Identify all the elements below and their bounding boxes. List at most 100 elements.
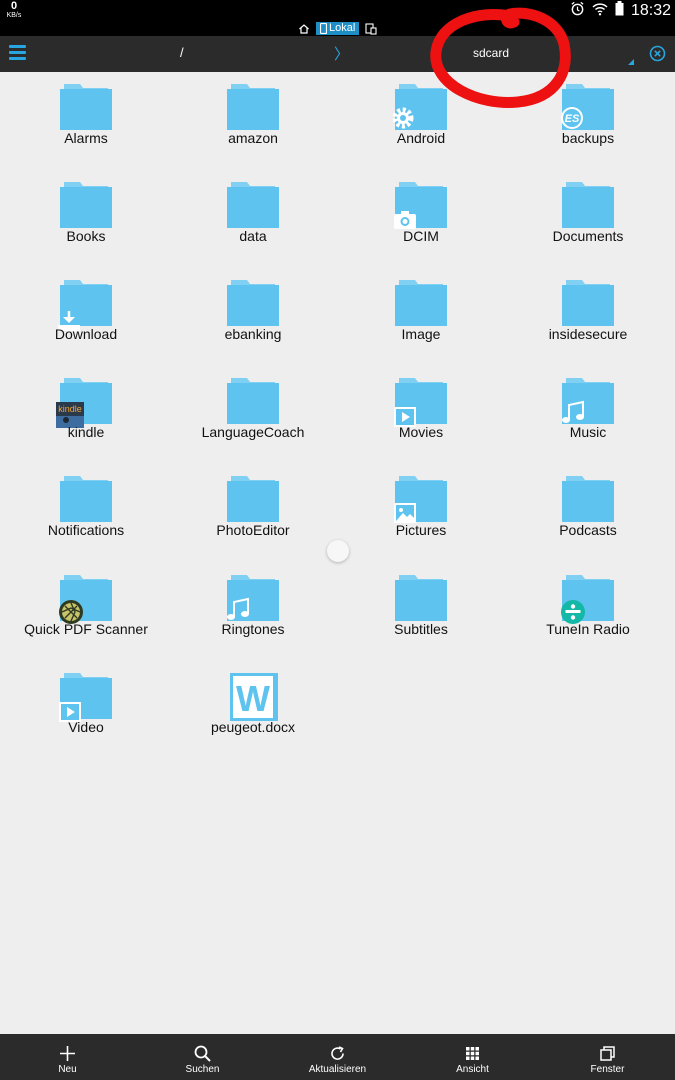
folder-icon xyxy=(562,182,614,228)
item-label: insidesecure xyxy=(548,326,628,342)
bottom-button-label: Suchen xyxy=(185,1064,220,1075)
picture-icon xyxy=(393,502,417,524)
item-label: backups xyxy=(561,130,615,146)
folder-item-music[interactable]: Music xyxy=(508,372,668,462)
es-icon: ES xyxy=(560,106,584,130)
item-label: Podcasts xyxy=(559,522,617,538)
file-item-peugeot-docx[interactable]: Wpeugeot.docx xyxy=(173,667,333,757)
bottom-button-label: Aktualisieren xyxy=(308,1064,367,1075)
folder-item-ringtones[interactable]: Ringtones xyxy=(173,569,333,659)
music-note-icon xyxy=(225,597,251,623)
folder-item-backups[interactable]: ES backups xyxy=(508,78,668,168)
windows-icon xyxy=(598,1044,617,1063)
item-label: Music xyxy=(569,424,607,440)
item-label: PhotoEditor xyxy=(216,522,290,538)
folder-icon xyxy=(393,182,447,230)
bottom-button-label: Ansicht xyxy=(456,1064,489,1075)
folder-item-photoeditor[interactable]: PhotoEditor xyxy=(173,470,333,560)
item-label: Image xyxy=(401,326,441,342)
folder-icon xyxy=(227,575,279,621)
gear-icon xyxy=(391,106,415,130)
folder-item-insidesecure[interactable]: insidesecure xyxy=(508,274,668,364)
folder-item-subtitles[interactable]: Subtitles xyxy=(341,569,501,659)
bottom-action-bar: Neu Suchen Aktualisieren Ansicht Fenster xyxy=(0,1034,675,1080)
item-label: TuneIn Radio xyxy=(546,621,630,637)
item-label: Ringtones xyxy=(221,621,285,637)
item-label: Alarms xyxy=(64,130,108,146)
item-label: DCIM xyxy=(403,228,439,244)
item-label: Notifications xyxy=(47,522,125,538)
folder-icon xyxy=(227,84,279,130)
folder-icon xyxy=(227,280,279,326)
bottom-button-neu[interactable]: Neu xyxy=(0,1034,135,1080)
folder-item-quick-pdf-scanner[interactable]: Quick PDF Scanner xyxy=(6,569,166,659)
folder-item-notifications[interactable]: Notifications xyxy=(6,470,166,560)
folder-icon xyxy=(394,378,447,427)
item-label: Books xyxy=(66,228,106,244)
grid-view-icon xyxy=(463,1044,482,1063)
folder-item-image[interactable]: Image xyxy=(341,274,501,364)
item-label: Pictures xyxy=(395,522,447,538)
folder-icon xyxy=(562,476,614,522)
loading-indicator xyxy=(327,540,349,562)
folder-item-dcim[interactable]: DCIM xyxy=(341,176,501,266)
folder-item-books[interactable]: Books xyxy=(6,176,166,266)
folder-icon xyxy=(58,280,112,331)
folder-icon xyxy=(392,84,447,130)
item-label: Documents xyxy=(552,228,624,244)
folder-icon xyxy=(60,476,112,522)
folder-icon xyxy=(60,182,112,228)
folder-icon: kindle xyxy=(56,378,112,428)
item-label: Subtitles xyxy=(394,621,448,637)
folder-icon xyxy=(561,575,614,624)
folder-icon xyxy=(60,84,112,130)
folder-item-amazon[interactable]: amazon xyxy=(173,78,333,168)
bottom-button-ansicht[interactable]: Ansicht xyxy=(405,1034,540,1080)
search-icon xyxy=(193,1044,212,1063)
item-label: LanguageCoach xyxy=(201,424,305,440)
svg-text:ES: ES xyxy=(565,113,580,125)
bottom-button-suchen[interactable]: Suchen xyxy=(135,1034,270,1080)
refresh-icon xyxy=(328,1044,347,1063)
folder-item-documents[interactable]: Documents xyxy=(508,176,668,266)
folder-item-android[interactable]: Android xyxy=(341,78,501,168)
plus-icon xyxy=(58,1044,77,1063)
folder-item-download[interactable]: Download xyxy=(6,274,166,364)
folder-item-alarms[interactable]: Alarms xyxy=(6,78,166,168)
item-label: peugeot.docx xyxy=(210,719,296,735)
folder-item-languagecoach[interactable]: LanguageCoach xyxy=(173,372,333,462)
item-label: Video xyxy=(68,719,104,735)
folder-icon xyxy=(395,575,447,621)
folder-icon xyxy=(59,673,112,722)
svg-text:kindle: kindle xyxy=(58,404,82,414)
folder-item-podcasts[interactable]: Podcasts xyxy=(508,470,668,560)
folder-icon xyxy=(59,575,112,624)
folder-icon xyxy=(227,378,279,424)
item-label: amazon xyxy=(228,130,278,146)
folder-icon xyxy=(227,182,279,228)
item-label: kindle xyxy=(67,424,105,440)
folder-icon xyxy=(395,280,447,326)
music-note-icon xyxy=(560,400,586,426)
folder-icon xyxy=(562,280,614,326)
folder-item-tunein-radio[interactable]: TuneIn Radio xyxy=(508,569,668,659)
folder-item-video[interactable]: Video xyxy=(6,667,166,757)
svg-text:W: W xyxy=(236,678,270,719)
folder-icon xyxy=(562,378,614,424)
folder-item-data[interactable]: data xyxy=(173,176,333,266)
item-label: Movies xyxy=(398,424,444,440)
word-document-icon: W xyxy=(230,673,278,721)
folder-icon: ES xyxy=(560,84,614,130)
bottom-button-label: Fenster xyxy=(590,1064,625,1075)
folder-icon xyxy=(393,476,447,524)
folder-item-ebanking[interactable]: ebanking xyxy=(173,274,333,364)
folder-item-movies[interactable]: Movies xyxy=(341,372,501,462)
bottom-button-aktualisieren[interactable]: Aktualisieren xyxy=(270,1034,405,1080)
folder-icon xyxy=(227,476,279,522)
folder-item-pictures[interactable]: Pictures xyxy=(341,470,501,560)
item-label: Android xyxy=(396,130,446,146)
camera-icon xyxy=(393,210,417,230)
bottom-button-fenster[interactable]: Fenster xyxy=(540,1034,675,1080)
item-label: Download xyxy=(54,326,118,342)
folder-item-kindle[interactable]: kindle kindle xyxy=(6,372,166,462)
